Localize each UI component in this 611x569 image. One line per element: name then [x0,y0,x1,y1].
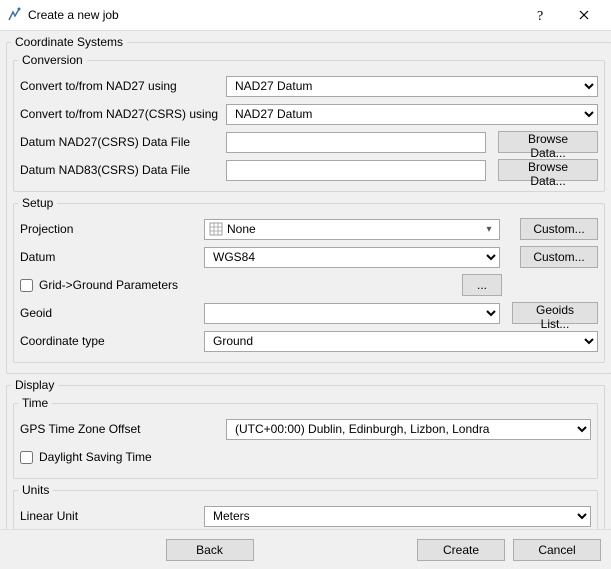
geoid-label: Geoid [20,306,198,320]
titlebar: Create a new job ? [0,0,611,30]
nad27-select[interactable]: NAD27 Datum [226,76,598,97]
nad27csrs-label: Convert to/from NAD27(CSRS) using [20,107,220,121]
coordinate-systems-group: Coordinate Systems Conversion Convert to… [6,35,611,374]
projection-value: None [227,222,481,236]
datum-nad83-file-input[interactable] [226,160,486,181]
cancel-button[interactable]: Cancel [513,539,601,561]
grid-ground-text: Grid->Ground Parameters [39,278,178,292]
chevron-down-icon: ▾ [481,224,497,235]
nad27csrs-select[interactable]: NAD27 Datum [226,104,598,125]
geoids-list-button[interactable]: Geoids List... [512,302,598,324]
svg-text:?: ? [537,9,543,22]
datum-nad27-file-input[interactable] [226,132,486,153]
dst-checkbox-label[interactable]: Daylight Saving Time [20,450,152,464]
footer: Back Create Cancel [0,529,611,569]
dst-checkbox[interactable] [20,451,33,464]
conversion-group: Conversion Convert to/from NAD27 using N… [13,53,605,192]
linear-unit-select[interactable]: Meters [204,506,591,527]
gps-offset-label: GPS Time Zone Offset [20,422,220,436]
projection-custom-button[interactable]: Custom... [520,218,598,240]
setup-group: Setup Projection None ▾ [13,196,605,363]
datum-custom-button[interactable]: Custom... [520,246,598,268]
projection-label: Projection [20,222,198,236]
datum-select[interactable]: WGS84 [204,247,500,268]
datum-nad83-file-label: Datum NAD83(CSRS) Data File [20,163,220,177]
setup-legend: Setup [18,196,57,210]
grid-ground-checkbox-label[interactable]: Grid->Ground Parameters [20,278,198,292]
browse-nad27-button[interactable]: Browse Data... [498,131,598,153]
close-button[interactable] [563,1,605,29]
display-legend: Display [11,378,58,392]
grid-icon [209,222,223,236]
projection-select[interactable]: None ▾ [204,219,500,240]
geoid-select[interactable] [204,303,500,324]
window-title: Create a new job [28,8,119,22]
nad27-label: Convert to/from NAD27 using [20,79,220,93]
gps-offset-select[interactable]: (UTC+00:00) Dublin, Edinburgh, Lizbon, L… [226,419,591,440]
browse-nad83-button[interactable]: Browse Data... [498,159,598,181]
back-button[interactable]: Back [166,539,254,561]
conversion-legend: Conversion [18,53,87,67]
app-icon [6,7,22,23]
help-button[interactable]: ? [521,1,563,29]
grid-ground-ellipsis-button[interactable]: ... [462,274,502,296]
coordinate-systems-legend: Coordinate Systems [11,35,127,49]
client-area: Coordinate Systems Conversion Convert to… [0,30,611,529]
units-group: Units Linear Unit Meters Angular Unit DM… [13,483,598,529]
dst-text: Daylight Saving Time [39,450,152,464]
units-legend: Units [18,483,53,497]
create-button[interactable]: Create [417,539,505,561]
coordinate-type-select[interactable]: Ground [204,331,598,352]
grid-ground-checkbox[interactable] [20,279,33,292]
coordinate-type-label: Coordinate type [20,334,198,348]
display-group: Display Time GPS Time Zone Offset (UTC+0… [6,378,605,529]
time-group: Time GPS Time Zone Offset (UTC+00:00) Du… [13,396,598,479]
datum-nad27-file-label: Datum NAD27(CSRS) Data File [20,135,220,149]
linear-unit-label: Linear Unit [20,509,198,523]
datum-label: Datum [20,250,198,264]
time-legend: Time [18,396,52,410]
